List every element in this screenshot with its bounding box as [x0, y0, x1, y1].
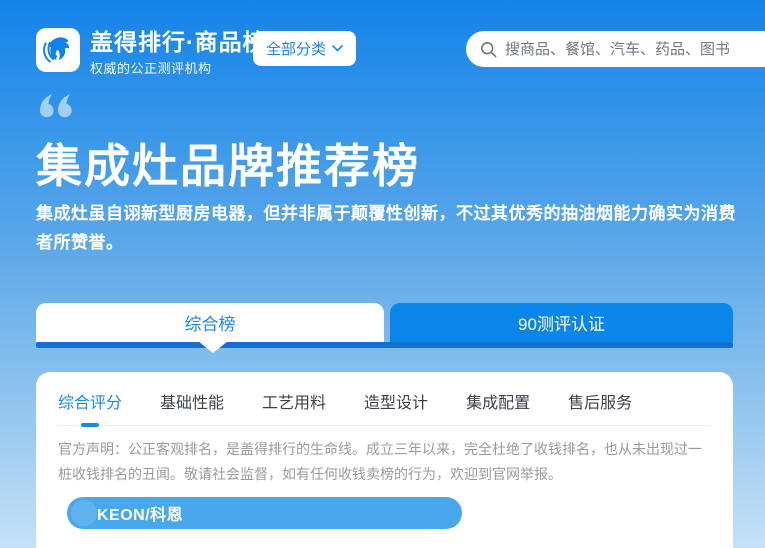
page: 盖得排行·商品榜 权威的公正测评机构 全部分类 集成灶品牌推荐榜 集成灶虽自诩新… — [0, 0, 765, 548]
search-bar[interactable] — [466, 31, 765, 67]
subtab-design-label: 造型设计 — [364, 395, 428, 412]
tabs-underline-strip — [36, 342, 733, 348]
tab-90-certification[interactable]: 90测评认证 — [390, 303, 733, 342]
official-statement: 官方声明：公正客观排名，是盖得排行的生命线。成立三年以来，完全杜绝了收钱排名，也… — [58, 437, 711, 487]
active-subtab-indicator — [81, 423, 99, 427]
page-description: 集成灶虽自诩新型厨房电器，但并非属于颠覆性创新，不过其优秀的抽油烟能力确实为消费… — [36, 199, 740, 257]
subtab-materials-label: 工艺用料 — [262, 395, 326, 412]
subtab-integration[interactable]: 集成配置 — [466, 389, 530, 413]
tab-overall-ranking-label: 综合榜 — [185, 310, 236, 335]
tab-90-certification-label: 90测评认证 — [518, 310, 605, 335]
subtab-after-sales[interactable]: 售后服务 — [568, 389, 632, 413]
app-logo[interactable] — [36, 28, 80, 72]
all-categories-label: 全部分类 — [266, 38, 326, 59]
brand-subtitle: 权威的公正测评机构 — [90, 58, 267, 77]
tab-overall-ranking[interactable]: 综合榜 — [36, 303, 384, 342]
criteria-tabs: 综合评分 基础性能 工艺用料 造型设计 集成配置 售后服务 — [58, 372, 711, 426]
chevron-down-icon — [332, 45, 343, 52]
subtab-integration-label: 集成配置 — [466, 395, 530, 412]
search-input[interactable] — [505, 41, 755, 58]
brand-item-label: KEON/科恩 — [97, 501, 183, 525]
search-icon — [480, 41, 497, 58]
subtab-basic-performance[interactable]: 基础性能 — [160, 389, 224, 413]
subtab-basic-performance-label: 基础性能 — [160, 395, 224, 412]
active-tab-caret — [198, 341, 228, 353]
ranking-card: 综合评分 基础性能 工艺用料 造型设计 集成配置 售后服务 官方声明：公正客观排… — [36, 372, 733, 548]
rank-badge-placeholder — [71, 500, 97, 526]
all-categories-button[interactable]: 全部分类 — [253, 31, 356, 66]
subtab-after-sales-label: 售后服务 — [568, 395, 632, 412]
lion-icon — [40, 32, 76, 68]
subtab-design[interactable]: 造型设计 — [364, 389, 428, 413]
page-title: 集成灶品牌推荐榜 — [36, 130, 420, 196]
brand-title: 盖得排行·商品榜 — [90, 29, 267, 55]
brand-block: 盖得排行·商品榜 权威的公正测评机构 — [90, 29, 267, 77]
quote-icon — [38, 93, 76, 126]
subtab-overall-score-label: 综合评分 — [58, 395, 122, 412]
subtab-materials[interactable]: 工艺用料 — [262, 389, 326, 413]
subtab-overall-score[interactable]: 综合评分 — [58, 389, 122, 413]
brand-item-keon[interactable]: KEON/科恩 — [67, 497, 462, 529]
